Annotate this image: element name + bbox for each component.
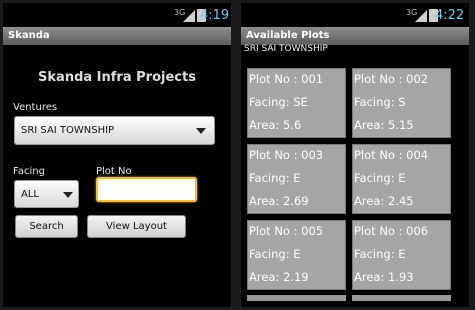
ventures-label: Ventures — [13, 102, 58, 113]
plot-number: Plot No : 001 — [249, 72, 324, 86]
plot-area: Area: 2.19 — [249, 270, 309, 284]
plot-card[interactable]: Plot No : 006 Facing: E Area: 1.93 — [352, 220, 451, 290]
plot-area: Area: 2.69 — [249, 194, 309, 208]
plot-facing: Facing: E — [354, 171, 406, 185]
plot-area: Area: 5.6 — [249, 118, 302, 132]
plot-facing: Facing: SE — [249, 95, 308, 109]
plot-number: Plot No : 005 — [249, 224, 324, 238]
phone-screen-search: 3G 4:19 Skanda Skanda Infra Projects Ven… — [3, 3, 231, 307]
ventures-dropdown[interactable]: SRI SAI TOWNSHIP — [14, 116, 215, 145]
plot-card-partial[interactable] — [352, 295, 451, 301]
facing-label: Facing — [13, 166, 45, 177]
plot-facing: Facing: S — [354, 95, 406, 109]
ventures-selected: SRI SAI TOWNSHIP — [21, 125, 115, 136]
plot-card[interactable]: Plot No : 001 Facing: SE Area: 5.6 — [247, 68, 346, 138]
status-bar: 3G 4:19 — [3, 3, 231, 27]
plot-facing: Facing: E — [354, 247, 406, 261]
view-layout-button[interactable]: View Layout — [87, 215, 186, 238]
plot-card[interactable]: Plot No : 002 Facing: S Area: 5.15 — [352, 68, 451, 138]
chevron-down-icon — [63, 192, 73, 198]
clock: 4:19 — [200, 8, 230, 23]
app-title: Skanda Infra Projects — [38, 70, 196, 85]
plotno-label: Plot No — [96, 166, 132, 177]
township-name: SRI SAI TOWNSHIP — [244, 44, 328, 54]
facing-dropdown[interactable]: ALL — [14, 180, 79, 208]
plot-facing: Facing: E — [249, 247, 301, 261]
clock: 4:22 — [435, 8, 465, 23]
app-titlebar: Available Plots — [241, 27, 469, 45]
plot-facing: Facing: E — [249, 171, 301, 185]
plot-area: Area: 1.93 — [354, 270, 414, 284]
signal-icon — [415, 10, 427, 22]
signal-icon — [183, 10, 195, 22]
plot-number: Plot No : 006 — [354, 224, 429, 238]
plotno-input[interactable] — [96, 177, 197, 202]
plot-area: Area: 5.15 — [354, 118, 414, 132]
phone-screen-plots: 3G 4:22 Available Plots SRI SAI TOWNSHIP… — [241, 3, 469, 307]
plot-area: Area: 2.45 — [354, 194, 414, 208]
plot-number: Plot No : 003 — [249, 148, 324, 162]
plot-number: Plot No : 002 — [354, 72, 429, 86]
status-bar: 3G 4:22 — [241, 3, 469, 27]
facing-selected: ALL — [21, 189, 39, 200]
plot-card[interactable]: Plot No : 003 Facing: E Area: 2.69 — [247, 144, 346, 214]
plot-number: Plot No : 004 — [354, 148, 429, 162]
plot-card[interactable]: Plot No : 004 Facing: E Area: 2.45 — [352, 144, 451, 214]
chevron-down-icon — [196, 128, 206, 134]
plot-card-partial[interactable] — [247, 295, 346, 301]
search-button[interactable]: Search — [15, 215, 78, 238]
plot-card[interactable]: Plot No : 005 Facing: E Area: 2.19 — [247, 220, 346, 290]
app-titlebar: Skanda — [3, 27, 231, 45]
